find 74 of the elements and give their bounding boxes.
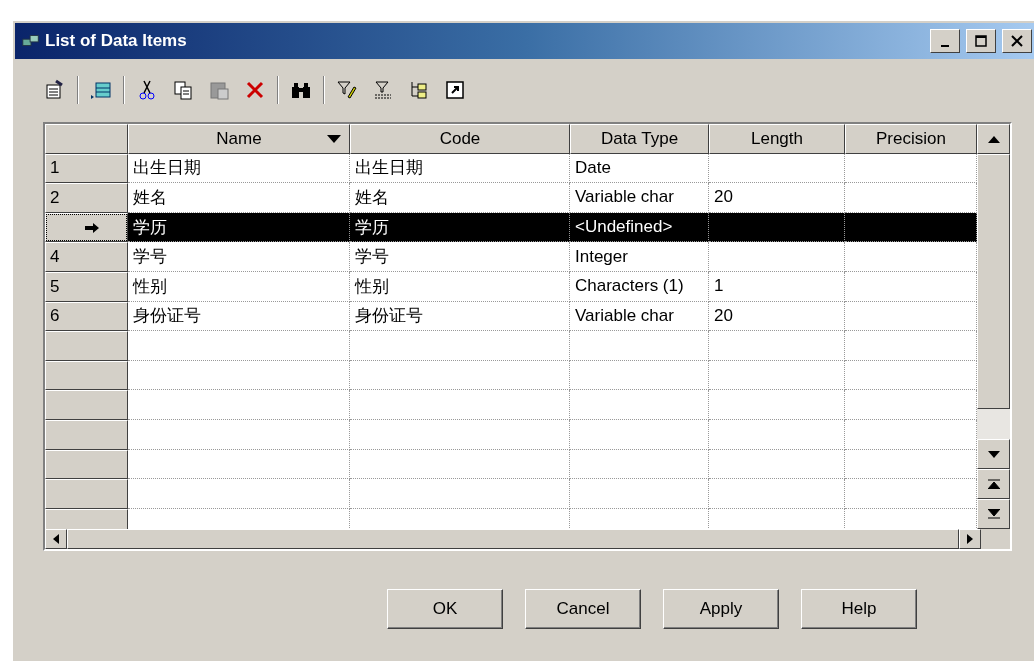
table-cell: 性别 (128, 271, 350, 302)
row-header[interactable] (45, 479, 128, 509)
table-cell: Variable char (570, 183, 709, 213)
down-triangle-icon (987, 450, 1000, 458)
table-cell: 20 (709, 183, 845, 213)
scroll-right-button[interactable] (959, 529, 981, 549)
table-cell: 学历 (350, 212, 570, 243)
column-header[interactable]: Data Type (570, 124, 709, 154)
window-title: List of Data Items (45, 31, 188, 51)
table-cell: Characters (1) (570, 271, 709, 302)
column-header[interactable]: Code (350, 124, 570, 154)
vertical-scrollbar[interactable] (977, 124, 1010, 529)
maximize-button[interactable] (966, 29, 996, 53)
close-icon (1011, 35, 1023, 47)
table-cell: 1 (709, 271, 845, 302)
filter-edit-icon (336, 79, 358, 101)
row-header[interactable]: 5 (45, 271, 128, 302)
add-rows-icon (90, 79, 112, 101)
scroll-left-button[interactable] (45, 529, 67, 549)
copy-icon (172, 79, 194, 101)
paste-icon (208, 79, 230, 101)
table-cell: 姓名 (128, 183, 350, 213)
table-cell: 学历 (128, 212, 350, 243)
scrollbar-thumb[interactable] (977, 154, 1010, 409)
left-triangle-icon (53, 534, 59, 544)
dialog-button[interactable]: Cancel (525, 589, 641, 629)
table-cell: 学号 (128, 242, 350, 272)
dialog-button[interactable]: Help (801, 589, 917, 629)
maximize-icon (975, 35, 987, 47)
tree-icon (408, 79, 430, 101)
column-header[interactable]: Precision (845, 124, 977, 154)
table-cell: Variable char (570, 301, 709, 332)
table-cell: 身份证号 (350, 301, 570, 332)
scroll-down-button[interactable] (977, 439, 1010, 469)
table-cell: 学号 (350, 242, 570, 272)
filter-icon (372, 79, 394, 101)
row-header[interactable]: 4 (45, 242, 128, 272)
table-cell: 身份证号 (128, 301, 350, 332)
table-cell: 出生日期 (128, 153, 350, 184)
row-header[interactable] (45, 508, 128, 529)
table-cell: 出生日期 (350, 153, 570, 184)
cut-icon (136, 79, 158, 101)
dialog-button[interactable]: OK (387, 589, 503, 629)
up-triangle-icon (987, 135, 1000, 143)
column-header[interactable]: Length (709, 124, 845, 154)
row-header[interactable] (45, 419, 128, 450)
current-row-arrow-icon (85, 222, 99, 233)
table-cell: 性别 (350, 271, 570, 302)
row-header[interactable] (45, 449, 128, 480)
right-triangle-icon (967, 534, 973, 544)
delete-icon (244, 79, 266, 101)
table-cell: Integer (570, 242, 709, 272)
row-header[interactable] (45, 212, 128, 243)
dialog-button[interactable]: Apply (663, 589, 779, 629)
row-header[interactable] (45, 360, 128, 391)
column-header[interactable]: Name (128, 124, 350, 154)
row-header[interactable] (45, 331, 128, 361)
scroll-up-button[interactable] (977, 124, 1010, 154)
scroll-bottom-button[interactable] (977, 499, 1010, 529)
table-cell: 20 (709, 301, 845, 332)
close-button[interactable] (1002, 29, 1032, 53)
shortcut-icon (444, 79, 466, 101)
scroll-bottom-icon (987, 509, 1000, 519)
row-header[interactable]: 2 (45, 183, 128, 213)
table-cell: <Undefined> (570, 212, 709, 243)
row-header[interactable] (45, 390, 128, 420)
scroll-top-button[interactable] (977, 469, 1010, 499)
minimize-icon (941, 45, 949, 47)
scroll-top-icon (987, 479, 1000, 489)
row-header[interactable]: 6 (45, 301, 128, 332)
table-cell: 姓名 (350, 183, 570, 213)
table-cell: Date (570, 153, 709, 184)
row-header[interactable]: 1 (45, 153, 128, 184)
minimize-button[interactable] (930, 29, 960, 53)
